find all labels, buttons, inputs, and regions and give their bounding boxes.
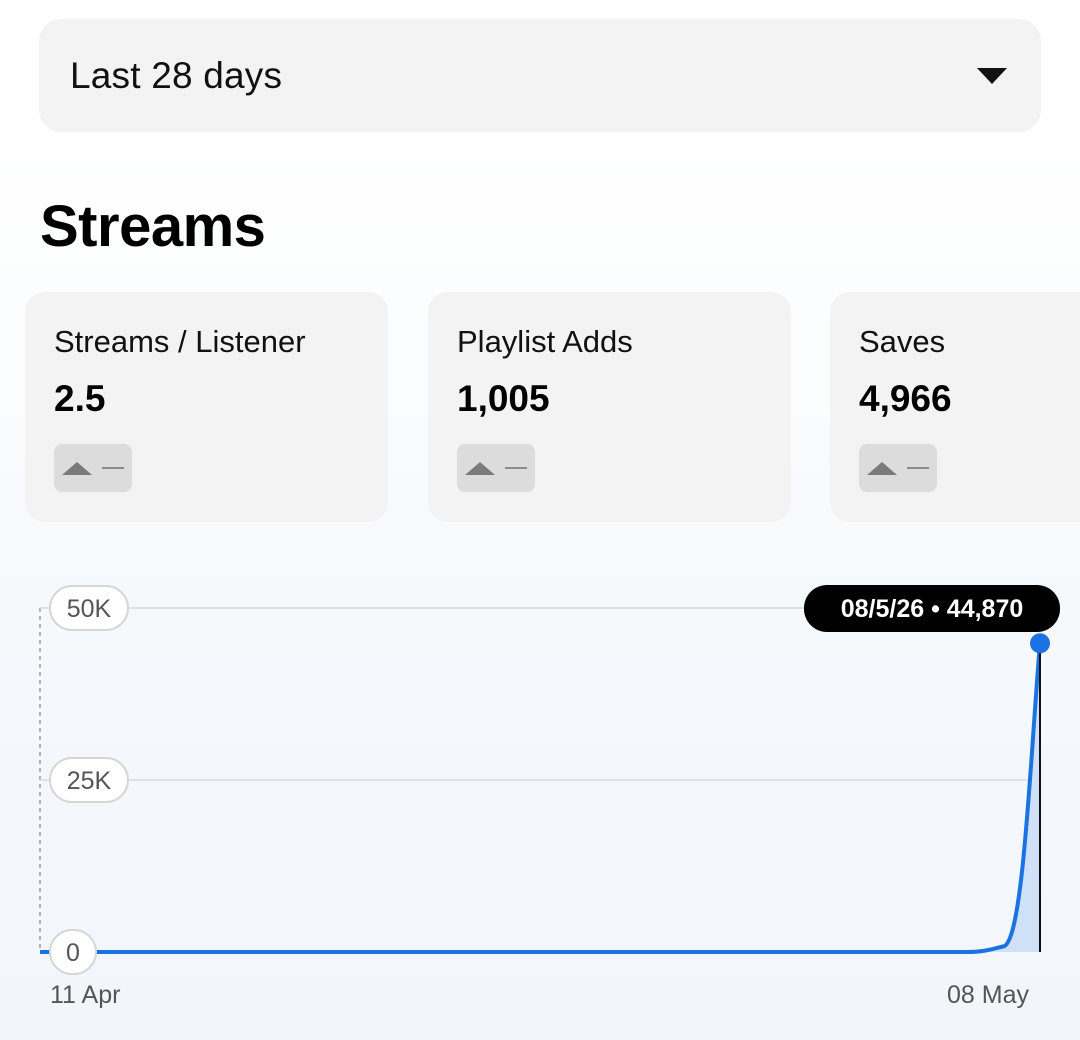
streams-chart-svg: 0 25K 50K 11 Apr 08 May 08/5/26 • 44,870 [39, 585, 1060, 1009]
dash-icon [907, 467, 929, 469]
chevron-down-icon [977, 67, 1007, 84]
streams-chart[interactable]: 0 25K 50K 11 Apr 08 May 08/5/26 • 44,870 [0, 560, 1080, 1030]
series-line [40, 643, 1042, 954]
metric-card-streams-per-listener[interactable]: Streams / Listener 2.5 [25, 292, 388, 522]
tooltip-text: 08/5/26 • 44,870 [841, 595, 1024, 623]
trend-badge [54, 444, 132, 492]
highlight-point [1030, 633, 1050, 654]
series-area [40, 643, 1040, 952]
y-tick-label: 25K [67, 767, 112, 795]
date-range-label: Last 28 days [70, 54, 283, 96]
dash-icon [505, 467, 527, 469]
y-tick-label: 0 [66, 939, 80, 967]
date-range-dropdown[interactable]: Last 28 days [39, 19, 1041, 132]
trend-badge [457, 444, 535, 492]
y-tick-label: 50K [67, 595, 112, 623]
metric-value: 1,005 [457, 378, 550, 419]
metric-value: 4,966 [859, 378, 952, 419]
x-tick-label: 11 Apr [50, 981, 120, 1009]
metric-value: 2.5 [54, 378, 106, 419]
trend-badge [859, 444, 937, 492]
metric-label: Saves [859, 324, 946, 359]
triangle-up-icon [867, 461, 897, 475]
metric-cards: Streams / Listener 2.5 Playlist Adds 1,0… [25, 292, 1080, 522]
triangle-up-icon [465, 461, 495, 475]
metric-label: Playlist Adds [457, 324, 633, 359]
x-tick-label: 08 May [947, 981, 1029, 1009]
section-title: Streams [40, 194, 266, 259]
triangle-up-icon [62, 461, 92, 475]
metric-card-saves[interactable]: Saves 4,966 [830, 292, 1080, 522]
metric-label: Streams / Listener [54, 324, 306, 359]
metric-card-playlist-adds[interactable]: Playlist Adds 1,005 [428, 292, 791, 522]
dash-icon [102, 467, 124, 469]
